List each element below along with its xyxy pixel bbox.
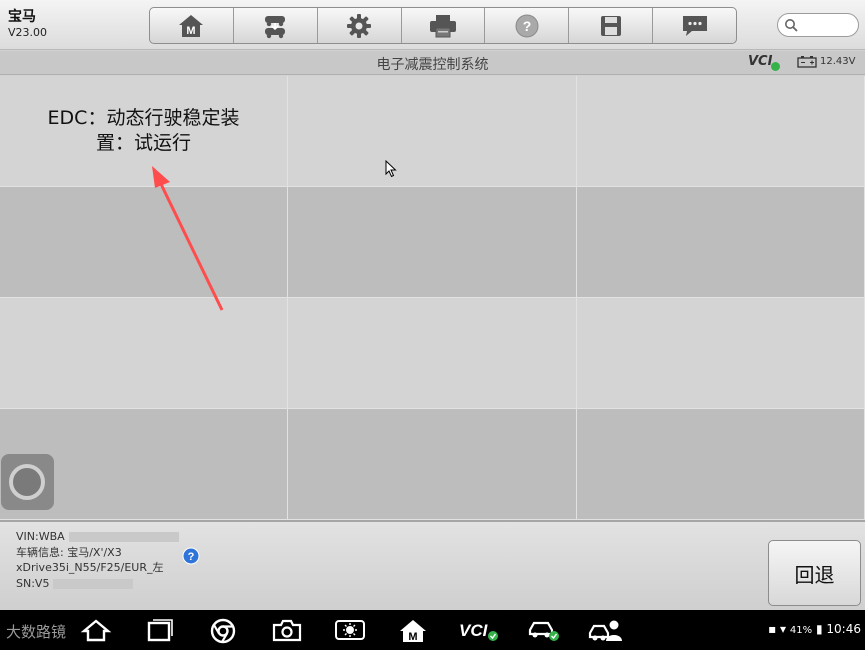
- sn-label: SN:V5: [16, 576, 50, 590]
- recent-apps-icon[interactable]: [146, 618, 174, 642]
- grid-cell: [577, 187, 865, 298]
- top-toolbar: 宝马 V23.00 M ?: [0, 0, 865, 50]
- grid-cell: [288, 187, 577, 298]
- sn-row: SN:V5: [16, 576, 179, 592]
- info-help-icon[interactable]: ?: [182, 547, 200, 565]
- vci-manager-icon[interactable]: VCI: [458, 618, 500, 642]
- home-icon: M: [179, 14, 204, 37]
- grid-cell: [288, 409, 577, 520]
- maxisys-home-icon[interactable]: M: [398, 618, 428, 644]
- help-button[interactable]: ?: [485, 8, 570, 43]
- battery-voltage: 12.43V: [820, 56, 856, 67]
- edc-test-run-label: EDC：动态行驶稳定装置：试运行: [47, 107, 240, 154]
- car-icon[interactable]: [527, 618, 561, 642]
- battery-percent: 41%: [789, 625, 813, 636]
- mouse-cursor-icon: [385, 160, 397, 178]
- car-person-icon[interactable]: [588, 618, 624, 644]
- function-grid: EDC：动态行驶稳定装置：试运行: [0, 76, 865, 520]
- camera-icon[interactable]: [272, 618, 302, 642]
- save-icon: [600, 15, 621, 36]
- search-icon: [785, 19, 798, 32]
- save-button[interactable]: [569, 8, 654, 43]
- edc-test-run-tile[interactable]: EDC：动态行驶稳定装置：试运行: [0, 76, 288, 187]
- vehicle-info-panel: VIN:WBA 车辆信息: 宝马/X'/X3 xDrive35i_N55/F25…: [0, 520, 865, 610]
- redacted-block: [53, 578, 134, 589]
- grid-cell: [577, 298, 865, 409]
- floating-assistive-button[interactable]: [1, 454, 54, 510]
- svg-text:?: ?: [188, 551, 195, 563]
- vehicle-info-line2: xDrive35i_N55/F25/EUR_左: [16, 561, 164, 574]
- svg-text:M: M: [187, 25, 196, 37]
- message-icon: [682, 15, 707, 36]
- vehicle-info: VIN:WBA 车辆信息: 宝马/X'/X3 xDrive35i_N55/F25…: [16, 529, 179, 591]
- settings-button[interactable]: [318, 8, 402, 43]
- status-area: ▪ ▾ 41% ▮ 10:46: [768, 622, 861, 636]
- vin-label: VIN:WBA: [16, 530, 65, 543]
- message-button[interactable]: [653, 8, 736, 43]
- watermark-text: 大数路镜: [6, 623, 67, 641]
- wifi-icon: ▾: [780, 622, 787, 636]
- svg-text:VCI: VCI: [459, 621, 489, 640]
- printer-icon: [430, 14, 456, 37]
- brand: 宝马 V23.00: [8, 8, 47, 40]
- nav-home-icon[interactable]: [80, 618, 112, 642]
- clock: 10:46: [826, 622, 861, 636]
- back-button[interactable]: 回退: [768, 540, 861, 606]
- chrome-icon[interactable]: [210, 618, 236, 644]
- page-title: 电子减震控制系统: [376, 57, 489, 73]
- app-name: 宝马: [8, 9, 36, 25]
- grid-cell: [577, 76, 865, 187]
- grid-cell: [577, 409, 865, 520]
- settings-gear-icon: [347, 13, 372, 38]
- vin-row: VIN:WBA: [16, 529, 179, 545]
- title-bar: 电子减震控制系统 VCI 12.43V: [0, 51, 865, 75]
- assistive-ring-icon: [9, 464, 45, 500]
- notification-icon: ▪: [768, 622, 777, 636]
- home-button[interactable]: M: [150, 8, 234, 43]
- vehicle-swap-button[interactable]: [234, 8, 318, 43]
- system-nav-bar: 大数路镜 M VCI ▪ ▾ 41% ▮ 10:46: [0, 610, 865, 650]
- redacted-block: [68, 532, 179, 542]
- svg-text:M: M: [408, 631, 417, 643]
- grid-cell: [288, 298, 577, 409]
- vehicle-swap-icon: [265, 15, 286, 38]
- grid-cell: [0, 298, 288, 409]
- app-version: V23.00: [8, 26, 48, 39]
- print-button[interactable]: [402, 8, 486, 43]
- battery-level-icon: ▮: [815, 622, 823, 636]
- battery-icon: [797, 56, 817, 68]
- vci-connected-icon: [771, 62, 780, 71]
- help-icon: ?: [515, 14, 539, 37]
- svg-text:?: ?: [523, 18, 532, 34]
- toolbar-button-group: M ?: [149, 7, 737, 44]
- grid-cell: [0, 187, 288, 298]
- vci-status-label: VCI: [748, 54, 773, 69]
- brightness-icon[interactable]: [334, 618, 366, 642]
- search-input[interactable]: [777, 13, 859, 37]
- grid-cell: [288, 76, 577, 187]
- vehicle-info-line1: 车辆信息: 宝马/X'/X3: [16, 545, 122, 559]
